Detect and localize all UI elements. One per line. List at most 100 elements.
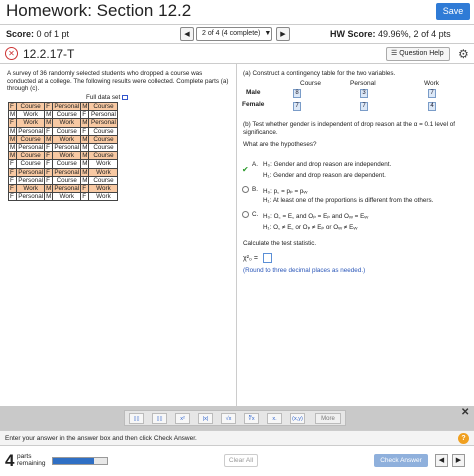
table-cell: M — [7, 142, 18, 153]
table-cell: F — [7, 167, 18, 177]
table-cell: Personal — [16, 167, 46, 177]
part-a-prompt: (a) Construct a contingency table for th… — [243, 70, 396, 77]
problem-statement: A survey of 36 randomly selected student… — [7, 70, 229, 93]
table-cell: Course — [52, 175, 82, 185]
mixed-number-tool[interactable]: ▯▯ — [152, 413, 167, 424]
cube-root-tool[interactable]: ∛x — [244, 413, 259, 424]
table-cell: M — [80, 151, 90, 161]
row-label-male: Male — [246, 89, 261, 96]
col-header-personal: Personal — [350, 80, 376, 87]
table-cell: Work — [52, 134, 82, 144]
option-b-radio[interactable] — [242, 186, 249, 193]
score-value: 0 of 1 pt — [36, 29, 70, 39]
table-cell: Personal — [52, 167, 82, 177]
table-row: F Work M Personal F Work — [7, 183, 119, 194]
table-cell: Course — [16, 151, 46, 161]
hypotheses-question: What are the hypotheses? — [243, 141, 317, 148]
absolute-value-tool[interactable]: |x| — [198, 413, 213, 424]
decimal-tool[interactable]: x. — [267, 413, 282, 424]
table-cell: Work — [16, 110, 46, 120]
table-cell: Work — [52, 192, 82, 202]
table-cell: M — [80, 118, 90, 128]
score-display: Score: 0 of 1 pt — [6, 29, 69, 39]
chevron-down-icon: ▼ — [264, 30, 272, 37]
next-question-button[interactable]: ▶ — [276, 27, 290, 41]
table-row: M Personal F Course F Course — [7, 126, 119, 136]
table-cell: F — [7, 159, 18, 169]
table-cell: Course — [88, 134, 119, 144]
table-icon — [122, 94, 129, 100]
close-icon[interactable]: ✕ — [461, 407, 469, 418]
table-cell: Course — [88, 151, 119, 161]
table-row: F Course F Personal M Course — [7, 101, 119, 112]
table-cell: Work — [52, 118, 82, 128]
table-cell: F — [44, 126, 54, 136]
table-cell: Course — [88, 126, 119, 136]
hw-score-value: 49.96%, 2 of 4 pts — [378, 29, 451, 39]
cell-female-course[interactable]: 7 — [293, 102, 301, 111]
cell-male-course[interactable]: 8 — [293, 89, 301, 98]
full-data-set-link[interactable]: Full data set — [86, 94, 129, 101]
help-icon[interactable]: ? — [458, 433, 469, 444]
clear-all-button[interactable]: Clear All — [224, 454, 258, 467]
table-cell: Personal — [52, 101, 82, 112]
prev-part-button[interactable]: ◀ — [435, 454, 448, 467]
cell-male-work[interactable]: 7 — [428, 89, 436, 98]
table-cell: M — [80, 167, 90, 177]
table-cell: M — [7, 126, 18, 136]
option-c-letter: C. — [252, 211, 259, 218]
table-cell: M — [44, 118, 54, 128]
table-cell: Personal — [88, 118, 119, 128]
next-part-button[interactable]: ▶ — [452, 454, 465, 467]
cell-female-work[interactable]: 4 — [428, 102, 436, 111]
check-answer-button[interactable]: Check Answer — [374, 454, 428, 467]
hw-score-label: HW Score: — [330, 29, 376, 39]
more-tools-button[interactable]: More — [315, 413, 341, 424]
option-a-h1: H₁: Gender and drop reason are dependent… — [263, 172, 386, 179]
data-table: F Course F Personal M Course M Work M Course F Pers… — [7, 101, 119, 202]
table-cell: Course — [52, 110, 82, 120]
table-cell: M — [44, 110, 54, 120]
fraction-tool[interactable]: ▯▯ — [129, 413, 144, 424]
table-cell: Personal — [16, 142, 46, 153]
table-cell: Work — [16, 183, 46, 194]
table-cell: M — [7, 134, 18, 144]
table-cell: M — [44, 134, 54, 144]
table-cell: F — [7, 118, 18, 128]
table-cell: Work — [88, 159, 119, 169]
problem-panel: A survey of 36 randomly selected student… — [0, 64, 237, 406]
table-cell: M — [80, 142, 90, 153]
table-cell: Course — [88, 175, 119, 185]
cell-female-personal[interactable]: 7 — [360, 102, 368, 111]
chi-square-input[interactable] — [263, 253, 272, 263]
table-cell: F — [44, 167, 54, 177]
square-root-tool[interactable]: √x — [221, 413, 236, 424]
checkmark-icon: ✔ — [242, 165, 249, 174]
question-help-button[interactable]: ☰ Question Help — [386, 47, 450, 61]
save-button[interactable]: Save — [436, 3, 470, 20]
table-row: F Personal F Personal M Work — [7, 167, 119, 177]
table-cell: M — [7, 110, 18, 120]
table-cell: Personal — [16, 175, 46, 185]
table-row: M Course F Work M Course — [7, 151, 119, 161]
ordered-pair-tool[interactable]: (x,y) — [290, 413, 305, 424]
data-set-label: Full data set — [86, 94, 121, 101]
list-icon: ☰ — [391, 50, 398, 57]
option-c-radio[interactable] — [242, 211, 249, 218]
table-cell: M — [80, 134, 90, 144]
prev-question-button[interactable]: ◀ — [180, 27, 194, 41]
table-row: M Work M Course F Personal — [7, 110, 119, 120]
table-cell: F — [80, 110, 90, 120]
cell-male-personal[interactable]: 3 — [360, 89, 368, 98]
question-bar: ✕ 12.2.17-T ☰ Question Help ⚙ — [0, 44, 474, 64]
option-a[interactable]: ✔ — [242, 159, 249, 177]
table-cell: Work — [88, 192, 119, 202]
question-select[interactable]: 2 of 4 (4 complete) ▼ — [196, 27, 272, 41]
score-bar: Score: 0 of 1 pt ◀ 2 of 4 (4 complete) ▼… — [0, 24, 474, 44]
exponent-tool[interactable]: x² — [175, 413, 190, 424]
gear-icon[interactable]: ⚙ — [458, 47, 469, 61]
progress-bar — [52, 457, 108, 465]
option-c-h1: H₁: O꜀ ≠ E꜀ or Oₚ ≠ Eₚ or Oᵥᵥ ≠ Eᵥᵥ — [263, 224, 358, 231]
table-cell: F — [7, 175, 18, 185]
table-cell: F — [44, 101, 54, 112]
